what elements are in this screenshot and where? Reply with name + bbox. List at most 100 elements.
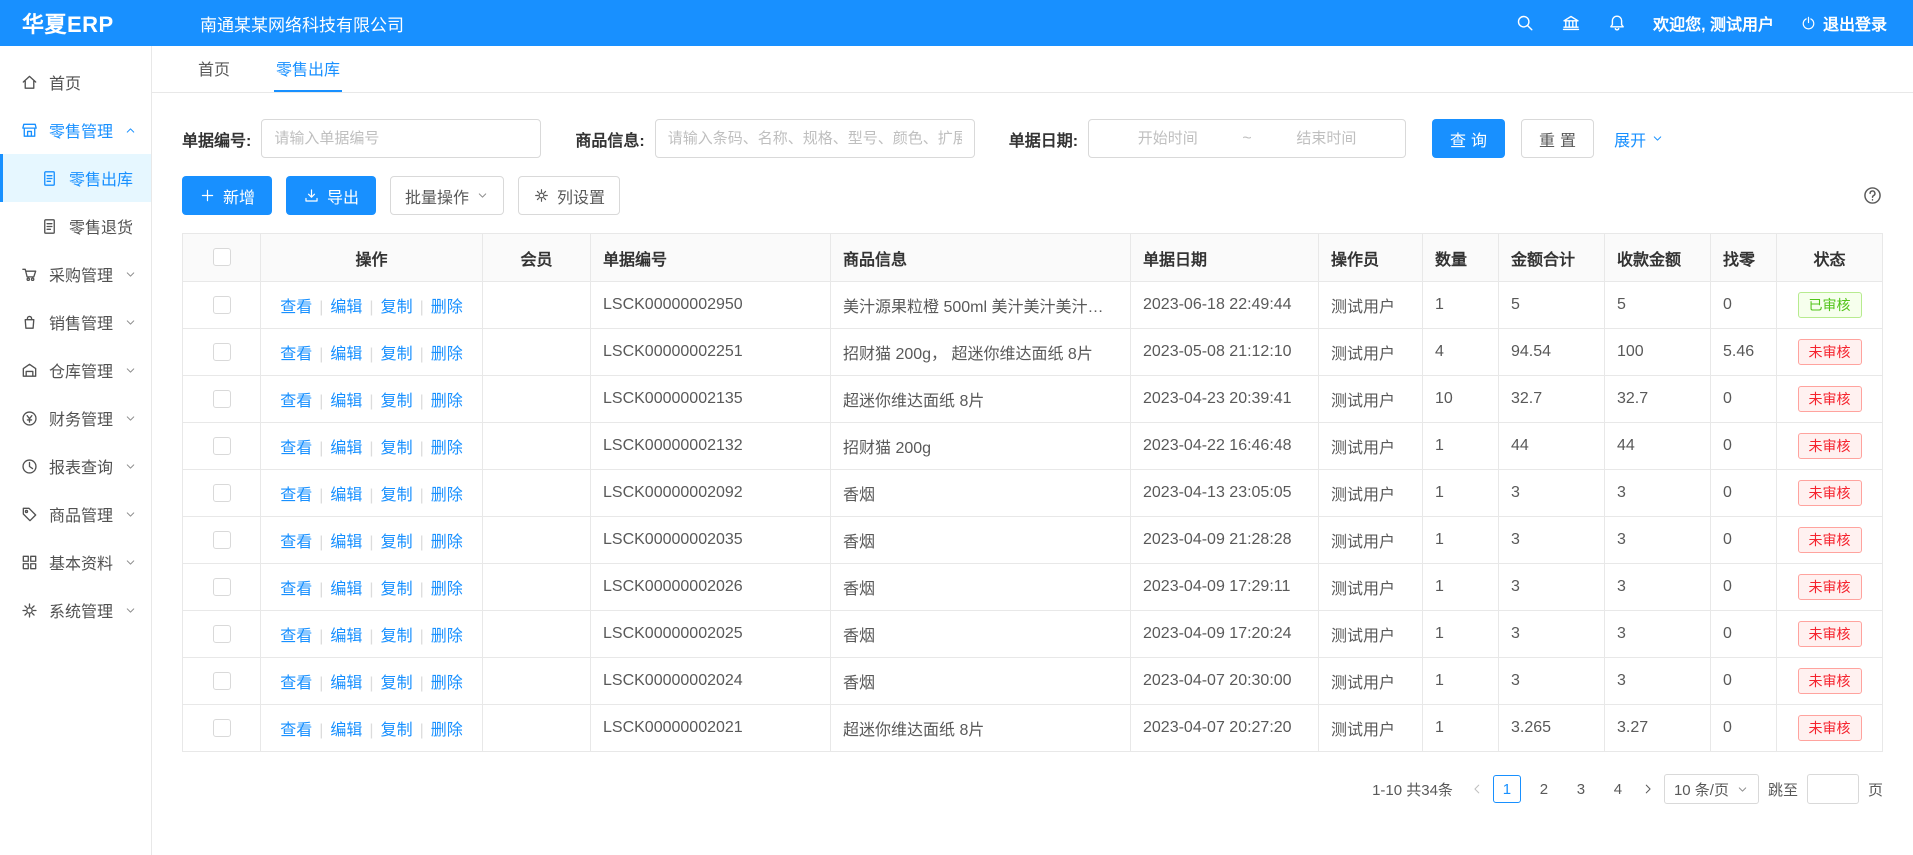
page-button-2[interactable]: 2 — [1530, 775, 1558, 803]
row-action-copy[interactable]: 复制 — [381, 534, 413, 551]
search-button[interactable]: 查询 — [1432, 119, 1505, 158]
row-action-copy[interactable]: 复制 — [381, 346, 413, 363]
row-action-view[interactable]: 查看 — [280, 393, 312, 410]
expand-link[interactable]: 展开 — [1614, 127, 1664, 151]
row-action-edit[interactable]: 编辑 — [330, 722, 362, 739]
row-action-delete[interactable]: 删除 — [431, 628, 463, 645]
sidebar-item-sales[interactable]: 销售管理 — [0, 298, 151, 346]
row-action-edit[interactable]: 编辑 — [330, 534, 362, 551]
row-action-copy[interactable]: 复制 — [381, 393, 413, 410]
jump-page-input[interactable] — [1807, 774, 1859, 804]
product-info-input[interactable] — [655, 119, 975, 158]
row-action-view[interactable]: 查看 — [280, 440, 312, 457]
start-date-input[interactable] — [1099, 130, 1236, 147]
sidebar-item-system[interactable]: 系统管理 — [0, 586, 151, 634]
row-action-copy[interactable]: 复制 — [381, 628, 413, 645]
sidebar-item-retail-outbound[interactable]: 零售出库 — [0, 154, 151, 202]
row-action-view[interactable]: 查看 — [280, 487, 312, 504]
bank-icon[interactable] — [1561, 13, 1581, 33]
sidebar-item-warehouse[interactable]: 仓库管理 — [0, 346, 151, 394]
prev-page-button[interactable] — [1470, 782, 1484, 796]
tab-retail-outbound[interactable]: 零售出库 — [274, 46, 342, 92]
row-action-copy[interactable]: 复制 — [381, 487, 413, 504]
row-action-edit[interactable]: 编辑 — [330, 346, 362, 363]
row-checkbox[interactable] — [213, 437, 231, 455]
row-checkbox[interactable] — [213, 484, 231, 502]
sidebar-item-purchase[interactable]: 采购管理 — [0, 250, 151, 298]
row-action-delete[interactable]: 删除 — [431, 393, 463, 410]
row-action-copy[interactable]: 复制 — [381, 440, 413, 457]
page-size-select[interactable]: 10 条/页 — [1664, 774, 1759, 804]
row-action-delete[interactable]: 删除 — [431, 487, 463, 504]
row-checkbox[interactable] — [213, 719, 231, 737]
action-toolbar: 新增 导出 批量操作 列设置 — [182, 176, 1883, 215]
sidebar-item-basedata[interactable]: 基本资料 — [0, 538, 151, 586]
status-badge: 未审核 — [1798, 527, 1862, 553]
sidebar-item-retail[interactable]: 零售管理 — [0, 106, 151, 154]
row-action-copy[interactable]: 复制 — [381, 722, 413, 739]
tab-home[interactable]: 首页 — [196, 46, 232, 92]
column-settings-button[interactable]: 列设置 — [518, 176, 620, 215]
row-action-view[interactable]: 查看 — [280, 722, 312, 739]
search-icon[interactable] — [1515, 13, 1535, 33]
row-action-edit[interactable]: 编辑 — [330, 628, 362, 645]
row-action-view[interactable]: 查看 — [280, 675, 312, 692]
add-button[interactable]: 新增 — [182, 176, 272, 215]
row-action-delete[interactable]: 删除 — [431, 675, 463, 692]
sidebar-item-retail-return[interactable]: 零售退货 — [0, 202, 151, 250]
sidebar-item-finance[interactable]: 财务管理 — [0, 394, 151, 442]
column-header: 数量 — [1423, 234, 1499, 282]
row-checkbox[interactable] — [213, 672, 231, 690]
cell-product: 超迷你维达面纸 8片 — [831, 705, 1131, 752]
row-checkbox[interactable] — [213, 578, 231, 596]
bell-icon[interactable] — [1607, 13, 1627, 33]
row-action-copy[interactable]: 复制 — [381, 675, 413, 692]
finance-icon — [20, 409, 39, 428]
next-page-button[interactable] — [1641, 782, 1655, 796]
row-action-edit[interactable]: 编辑 — [330, 393, 362, 410]
row-action-delete[interactable]: 删除 — [431, 440, 463, 457]
row-action-view[interactable]: 查看 — [280, 299, 312, 316]
export-button[interactable]: 导出 — [286, 176, 376, 215]
sidebar-item-home[interactable]: 首页 — [0, 58, 151, 106]
row-action-copy[interactable]: 复制 — [381, 299, 413, 316]
row-action-edit[interactable]: 编辑 — [330, 675, 362, 692]
row-checkbox[interactable] — [213, 343, 231, 361]
row-checkbox[interactable] — [213, 390, 231, 408]
sidebar-item-goods[interactable]: 商品管理 — [0, 490, 151, 538]
row-action-edit[interactable]: 编辑 — [330, 487, 362, 504]
row-action-view[interactable]: 查看 — [280, 581, 312, 598]
row-action-delete[interactable]: 删除 — [431, 534, 463, 551]
cell-member — [483, 658, 591, 705]
reset-button[interactable]: 重置 — [1521, 119, 1594, 158]
row-action-edit[interactable]: 编辑 — [330, 440, 362, 457]
row-action-delete[interactable]: 删除 — [431, 299, 463, 316]
page-button-3[interactable]: 3 — [1567, 775, 1595, 803]
help-icon[interactable] — [1862, 185, 1883, 206]
row-action-view[interactable]: 查看 — [280, 346, 312, 363]
page-button-1[interactable]: 1 — [1493, 775, 1521, 803]
date-range-picker[interactable]: ~ — [1088, 119, 1406, 158]
report-icon — [20, 457, 39, 476]
row-action-delete[interactable]: 删除 — [431, 346, 463, 363]
row-action-delete[interactable]: 删除 — [431, 581, 463, 598]
row-action-delete[interactable]: 删除 — [431, 722, 463, 739]
page-button-4[interactable]: 4 — [1604, 775, 1632, 803]
bill-no-input[interactable] — [261, 119, 541, 158]
table-row: 查看|编辑|复制|删除LSCK00000002035香烟2023-04-09 2… — [183, 517, 1883, 564]
select-all-checkbox[interactable] — [213, 248, 231, 266]
row-checkbox[interactable] — [213, 296, 231, 314]
cell-received: 3 — [1605, 517, 1711, 564]
row-action-copy[interactable]: 复制 — [381, 581, 413, 598]
table-row: 查看|编辑|复制|删除LSCK00000002132招财猫 200g2023-0… — [183, 423, 1883, 470]
row-action-edit[interactable]: 编辑 — [330, 299, 362, 316]
row-checkbox[interactable] — [213, 625, 231, 643]
row-action-edit[interactable]: 编辑 — [330, 581, 362, 598]
row-action-view[interactable]: 查看 — [280, 628, 312, 645]
batch-actions-button[interactable]: 批量操作 — [390, 176, 504, 215]
sidebar-item-report[interactable]: 报表查询 — [0, 442, 151, 490]
end-date-input[interactable] — [1258, 130, 1395, 147]
row-action-view[interactable]: 查看 — [280, 534, 312, 551]
logout-button[interactable]: 退出登录 — [1800, 11, 1887, 35]
row-checkbox[interactable] — [213, 531, 231, 549]
